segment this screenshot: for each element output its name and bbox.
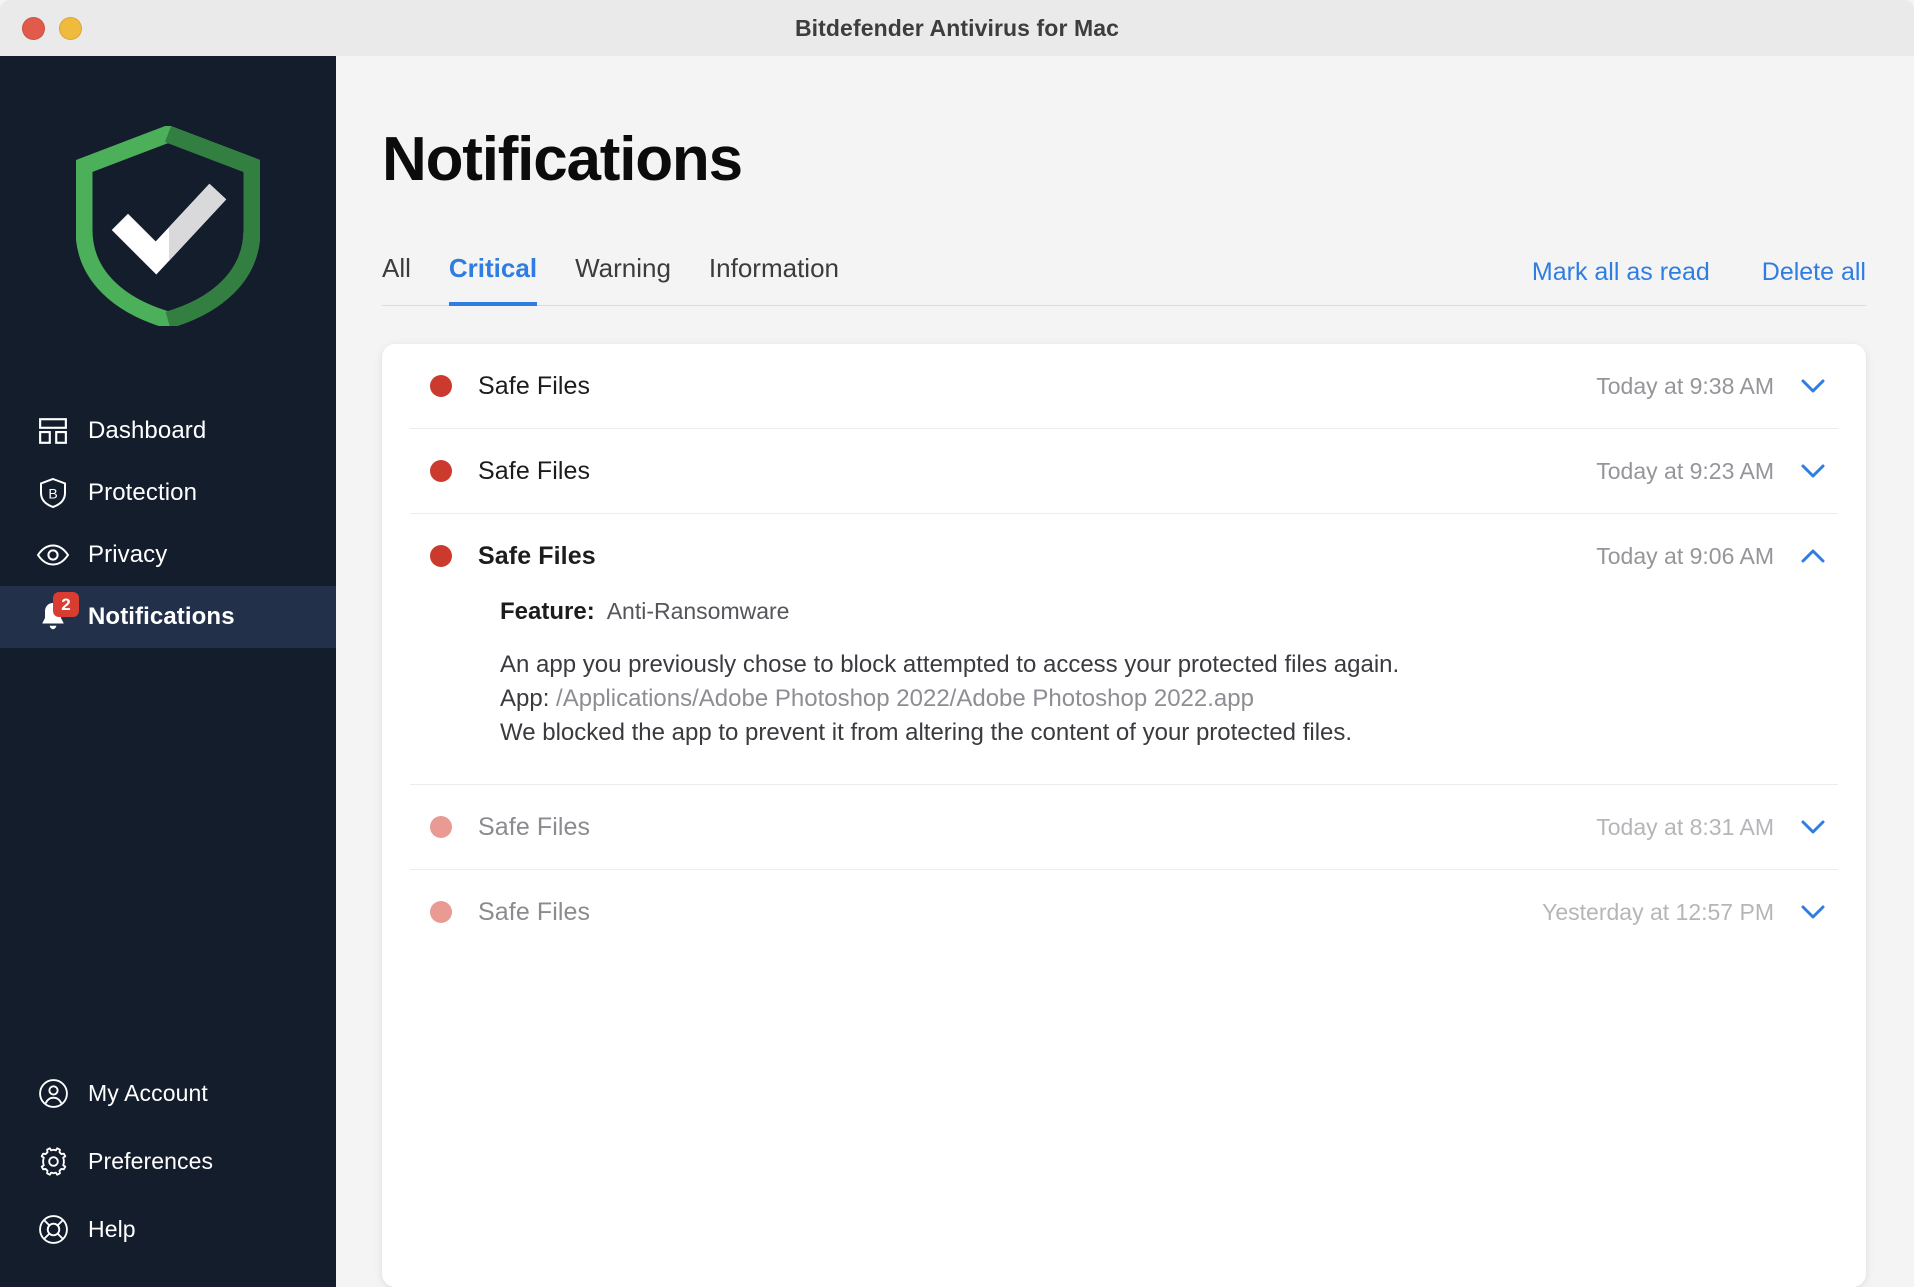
sidebar-item-label: Preferences bbox=[88, 1147, 214, 1174]
tab-all[interactable]: All bbox=[382, 253, 411, 306]
shield-b-icon: B bbox=[36, 476, 70, 510]
notification-title: Safe Files bbox=[478, 812, 591, 841]
sidebar-item-notifications[interactable]: 2 Notifications bbox=[0, 586, 336, 648]
sidebar-item-label: Dashboard bbox=[88, 417, 207, 444]
notification-description-line3: We blocked the app to prevent it from al… bbox=[500, 719, 1353, 747]
notification-details: Feature: Anti-Ransomware An app you prev… bbox=[410, 598, 1838, 784]
shield-check-logo bbox=[76, 126, 260, 326]
notification-header[interactable]: Safe Files Today at 8:31 AM bbox=[410, 785, 1838, 869]
notification-item: Safe Files Today at 9:23 AM bbox=[410, 429, 1838, 514]
app-path: /Applications/Adobe Photoshop 2022/Adobe… bbox=[556, 685, 1254, 713]
page-title: Notifications bbox=[382, 125, 743, 194]
chevron-down-icon[interactable] bbox=[1800, 373, 1826, 399]
tab-critical[interactable]: Critical bbox=[448, 253, 538, 306]
app-logo bbox=[0, 56, 336, 396]
notification-item-expanded: Safe Files Today at 9:06 AM Feature: Ant… bbox=[410, 514, 1838, 786]
main-content: Notifications All Critical Warning Infor… bbox=[336, 56, 1914, 1287]
traffic-light-group bbox=[0, 16, 82, 40]
action-links: Mark all as read Delete all bbox=[1532, 258, 1866, 305]
gear-icon bbox=[36, 1144, 70, 1178]
lifebuoy-icon bbox=[36, 1212, 70, 1246]
notification-app-row: App: /Applications/Adobe Photoshop 2022/… bbox=[500, 682, 1826, 716]
severity-dot-critical-read bbox=[430, 901, 452, 924]
feature-value: Anti-Ransomware bbox=[606, 598, 790, 624]
notification-header[interactable]: Safe Files Today at 9:06 AM bbox=[410, 514, 1838, 598]
tabbar: All Critical Warning Information Mark al… bbox=[382, 253, 1866, 306]
tab-list: All Critical Warning Information bbox=[382, 253, 839, 306]
severity-dot-critical bbox=[430, 545, 452, 567]
sidebar-secondary-nav: My Account Preferences Help bbox=[0, 1059, 336, 1287]
severity-dot-critical bbox=[430, 375, 452, 397]
notification-timestamp: Today at 8:31 AM bbox=[1596, 813, 1774, 840]
chevron-down-icon[interactable] bbox=[1800, 458, 1826, 484]
app-window: Bitdefender Antivirus for Mac Dashboard … bbox=[0, 0, 1914, 1287]
window-titlebar: Bitdefender Antivirus for Mac bbox=[0, 0, 1914, 56]
sidebar-item-protection[interactable]: B Protection bbox=[0, 462, 336, 524]
notification-header[interactable]: Safe Files Today at 9:23 AM bbox=[410, 429, 1838, 513]
feature-label: Feature: bbox=[500, 598, 595, 625]
bell-icon: 2 bbox=[36, 592, 79, 634]
chevron-down-icon[interactable] bbox=[1800, 814, 1826, 840]
notification-timestamp: Today at 9:23 AM bbox=[1596, 457, 1774, 484]
notification-timestamp: Yesterday at 12:57 PM bbox=[1542, 898, 1774, 925]
minimize-button[interactable] bbox=[59, 16, 82, 40]
delete-all-link[interactable]: Delete all bbox=[1762, 258, 1866, 287]
notification-description-line1: An app you previously chose to block att… bbox=[500, 651, 1400, 678]
notification-title: Safe Files bbox=[478, 456, 591, 485]
notification-item: Safe Files Today at 9:38 AM bbox=[410, 344, 1838, 429]
notification-item: Safe Files Yesterday at 12:57 PM bbox=[410, 870, 1838, 954]
sidebar-item-label: Privacy bbox=[88, 541, 168, 568]
sidebar-item-dashboard[interactable]: Dashboard bbox=[0, 400, 336, 462]
feature-row: Feature: Anti-Ransomware bbox=[500, 598, 1826, 626]
sidebar-item-help[interactable]: Help bbox=[0, 1195, 336, 1263]
sidebar-item-label: Protection bbox=[88, 479, 198, 506]
window-body: Dashboard B Protection Privacy 2 Notific… bbox=[0, 56, 1914, 1287]
notification-title: Safe Files bbox=[478, 371, 591, 400]
sidebar-item-label: Notifications bbox=[88, 603, 235, 630]
sidebar-item-my-account[interactable]: My Account bbox=[0, 1059, 336, 1127]
notification-timestamp: Today at 9:38 AM bbox=[1596, 372, 1774, 399]
sidebar-item-label: Help bbox=[88, 1215, 136, 1242]
notification-count-badge: 2 bbox=[53, 592, 79, 617]
notification-list-card: Safe Files Today at 9:38 AM Safe Files T… bbox=[382, 344, 1866, 1287]
sidebar: Dashboard B Protection Privacy 2 Notific… bbox=[0, 56, 336, 1287]
user-circle-icon bbox=[36, 1076, 70, 1110]
sidebar-item-preferences[interactable]: Preferences bbox=[0, 1127, 336, 1195]
sidebar-item-privacy[interactable]: Privacy bbox=[0, 524, 336, 586]
eye-icon bbox=[36, 538, 70, 572]
tab-information[interactable]: Information bbox=[709, 253, 839, 306]
notification-title: Safe Files bbox=[478, 541, 596, 570]
layout-grid-icon bbox=[36, 414, 70, 448]
tab-warning[interactable]: Warning bbox=[575, 253, 671, 306]
severity-dot-critical-read bbox=[430, 816, 452, 839]
notification-header[interactable]: Safe Files Yesterday at 12:57 PM bbox=[410, 870, 1838, 954]
window-title: Bitdefender Antivirus for Mac bbox=[794, 14, 1120, 41]
mark-all-as-read-link[interactable]: Mark all as read bbox=[1532, 258, 1710, 287]
svg-text:B: B bbox=[48, 486, 57, 502]
severity-dot-critical bbox=[430, 460, 452, 482]
chevron-up-icon[interactable] bbox=[1800, 543, 1826, 569]
notification-timestamp: Today at 9:06 AM bbox=[1596, 542, 1774, 569]
close-button[interactable] bbox=[22, 16, 45, 40]
chevron-down-icon[interactable] bbox=[1800, 899, 1826, 925]
notification-title: Safe Files bbox=[478, 897, 591, 926]
app-label: App: bbox=[500, 685, 550, 713]
notification-item: Safe Files Today at 8:31 AM bbox=[410, 785, 1838, 871]
notification-header[interactable]: Safe Files Today at 9:38 AM bbox=[410, 344, 1838, 428]
sidebar-item-label: My Account bbox=[88, 1079, 208, 1106]
sidebar-primary-nav: Dashboard B Protection Privacy 2 Notific… bbox=[0, 400, 336, 648]
